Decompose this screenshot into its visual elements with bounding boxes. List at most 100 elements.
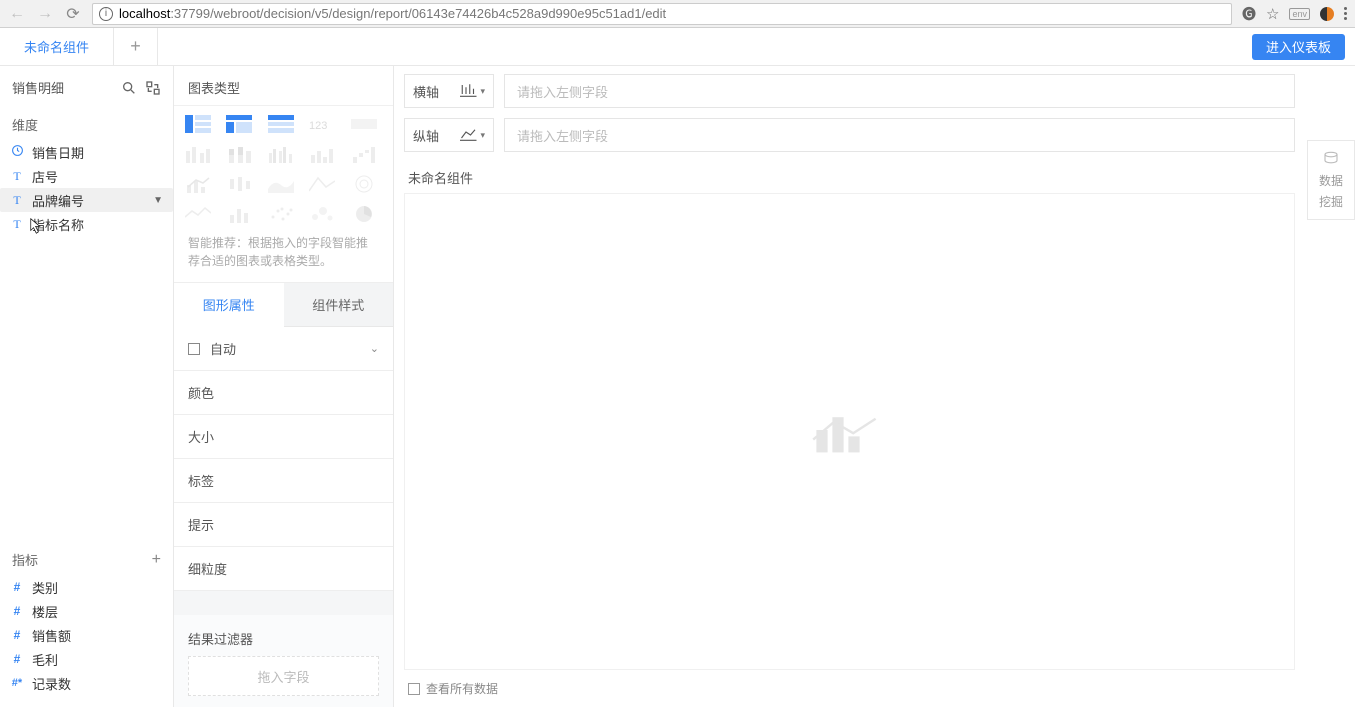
v-axis-dropzone[interactable]: 请拖入左侧字段	[504, 118, 1295, 152]
text-type-icon: T	[10, 169, 24, 184]
datasource-name: 销售明细	[12, 78, 64, 97]
chart-type-line	[184, 204, 212, 224]
bookmark-icon[interactable]: ☆	[1266, 5, 1279, 23]
prop-tooltip[interactable]: 提示	[174, 503, 393, 547]
checkbox-icon	[408, 683, 420, 695]
app-tab-bar: 未命名组件 + 进入仪表板	[0, 28, 1355, 66]
prop-size[interactable]: 大小	[174, 415, 393, 459]
chart-type-multi-col	[267, 144, 295, 164]
field-item[interactable]: # 毛利	[0, 647, 173, 671]
clock-icon	[10, 144, 24, 160]
prop-color[interactable]: 颜色	[174, 371, 393, 415]
field-label: 指标名称	[32, 215, 84, 234]
h-axis-selector[interactable]: 横轴 ▾	[404, 74, 494, 108]
browser-menu-icon[interactable]	[1344, 7, 1347, 20]
field-label: 毛利	[32, 650, 58, 669]
prop-granularity[interactable]: 细粒度	[174, 547, 393, 591]
shape-selector[interactable]: 自动 ⌄	[174, 327, 393, 371]
chart-type-cross-table[interactable]	[225, 114, 253, 134]
dropdown-caret-icon[interactable]: ▼	[153, 195, 163, 206]
v-axis-label: 纵轴	[413, 126, 439, 145]
chart-type-group-table[interactable]	[184, 114, 212, 134]
dimension-section-title: 维度	[0, 105, 173, 140]
forward-button[interactable]: →	[36, 5, 54, 23]
chart-type-grid: 123	[174, 106, 393, 228]
field-item[interactable]: #销售额	[0, 623, 173, 647]
chart-type-kpi: 123	[308, 114, 336, 134]
add-tab-button[interactable]: +	[114, 28, 158, 65]
field-item[interactable]: # 类别	[0, 575, 173, 599]
data-mining-button[interactable]: 数据 挖掘	[1307, 140, 1355, 220]
field-item[interactable]: 销售日期	[0, 140, 173, 164]
text-type-icon: T	[10, 193, 24, 208]
address-bar[interactable]: i localhost:37799/webroot/decision/v5/de…	[92, 3, 1232, 25]
view-all-data-checkbox[interactable]: 查看所有数据	[404, 670, 1355, 707]
swap-table-icon[interactable]	[145, 80, 161, 96]
chart-type-detail-table[interactable]	[267, 114, 295, 134]
url-text: localhost:37799/webroot/decision/v5/desi…	[119, 6, 666, 21]
metric-list: # 类别 # 楼层 #销售额 # 毛利 #* 记录数	[0, 575, 173, 707]
enter-dashboard-button[interactable]: 进入仪表板	[1252, 34, 1345, 60]
field-item[interactable]: # 楼层	[0, 599, 173, 623]
chart-type-bubble	[308, 204, 336, 224]
field-panel: 销售明细 维度 销售日期 T 店号 T 品牌编号 ▼ T 指标名	[0, 66, 174, 707]
field-item[interactable]: T 品牌编号 ▼	[0, 188, 173, 212]
field-label: 销售额	[32, 626, 71, 645]
chart-type-radar	[350, 174, 378, 194]
smart-recommend-hint: 智能推荐：根据拖入的字段智能推荐合适的图表或表格类型。	[174, 228, 393, 283]
chevron-down-icon: ⌄	[370, 342, 379, 355]
h-axis-label: 横轴	[413, 82, 439, 101]
add-metric-button[interactable]: +	[152, 551, 161, 569]
v-axis-selector[interactable]: 纵轴 ▾	[404, 118, 494, 152]
tab-graphic-props[interactable]: 图形属性	[174, 283, 284, 327]
number-type-icon: #	[10, 652, 24, 666]
reload-button[interactable]: ⟳	[64, 4, 82, 24]
number-type-icon: #	[10, 580, 24, 594]
chart-canvas[interactable]	[404, 193, 1295, 670]
chart-type-bar-compare	[308, 144, 336, 164]
field-item[interactable]: #* 记录数	[0, 671, 173, 695]
field-label: 店号	[32, 167, 58, 186]
search-icon[interactable]	[121, 80, 137, 96]
chart-type-scatter	[267, 204, 295, 224]
count-type-icon: #*	[10, 677, 24, 689]
metric-section-title: 指标 +	[0, 540, 173, 575]
result-filter-dropzone[interactable]: 拖入字段	[188, 656, 379, 696]
back-button[interactable]: ←	[8, 5, 26, 23]
dimension-list: 销售日期 T 店号 T 品牌编号 ▼ T 指标名称	[0, 140, 173, 236]
field-label: 品牌编号	[32, 191, 84, 210]
component-tab[interactable]: 未命名组件	[0, 28, 114, 65]
h-axis-dropzone[interactable]: 请拖入左侧字段	[504, 74, 1295, 108]
field-item[interactable]: T 指标名称	[0, 212, 173, 236]
chart-config-panel: 图表类型 123 智能推荐：根据拖入的字段智能推荐合适的图表或表格类型。	[174, 66, 394, 707]
site-info-icon[interactable]: i	[99, 7, 113, 21]
translate-icon[interactable]: 🅖	[1242, 4, 1256, 24]
chart-type-waterfall	[350, 144, 378, 164]
square-icon	[188, 343, 200, 355]
extension-badge[interactable]: env	[1289, 8, 1310, 20]
data-mining-icon	[1322, 150, 1340, 168]
field-label: 销售日期	[32, 143, 84, 162]
chart-type-histogram	[225, 204, 253, 224]
chart-type-gauge	[350, 114, 378, 134]
chart-type-line-peak	[308, 174, 336, 194]
chart-type-pie	[350, 204, 378, 224]
chart-type-area	[267, 174, 295, 194]
svg-text:123: 123	[309, 120, 327, 132]
chart-type-stacked-col	[225, 144, 253, 164]
field-item[interactable]: T 店号	[0, 164, 173, 188]
text-type-icon: T	[10, 217, 24, 232]
field-label: 记录数	[32, 674, 71, 693]
canvas-title: 未命名组件	[404, 162, 1355, 193]
field-label: 楼层	[32, 602, 58, 621]
chart-type-title: 图表类型	[174, 66, 393, 106]
extension-swirl-icon[interactable]	[1320, 7, 1334, 21]
number-type-icon: #	[10, 604, 24, 618]
category-axis-icon	[460, 83, 478, 99]
chart-type-range-col	[225, 174, 253, 194]
field-label: 类别	[32, 578, 58, 597]
empty-chart-placeholder-icon	[810, 405, 890, 458]
prop-label[interactable]: 标签	[174, 459, 393, 503]
value-axis-icon	[460, 127, 478, 143]
tab-component-style[interactable]: 组件样式	[284, 283, 394, 327]
